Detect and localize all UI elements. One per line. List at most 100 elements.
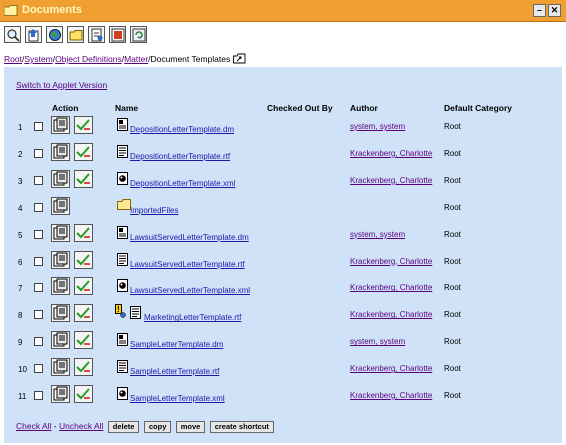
properties-button[interactable] bbox=[51, 223, 70, 243]
breadcrumb-matter[interactable]: Matter bbox=[124, 54, 148, 64]
check-out-icon bbox=[75, 253, 92, 270]
new-folder-icon bbox=[69, 30, 83, 41]
document-name-link[interactable]: MarketingLetterTemplate.rtf bbox=[144, 313, 241, 322]
properties-button[interactable] bbox=[51, 196, 70, 215]
row-checkbox[interactable] bbox=[34, 122, 43, 131]
warning-icon: ! bbox=[115, 304, 126, 320]
rtf-file-icon bbox=[117, 360, 128, 375]
row-checkbox[interactable] bbox=[34, 283, 43, 293]
shortcut-folder-icon bbox=[232, 53, 246, 64]
author-link[interactable]: Krackenberg, Charlotte bbox=[350, 283, 432, 292]
default-category: Root bbox=[444, 364, 461, 374]
properties-icon bbox=[52, 225, 69, 243]
properties-button[interactable] bbox=[51, 358, 70, 377]
check-out-button[interactable] bbox=[74, 169, 93, 188]
author-link[interactable]: system, system bbox=[350, 122, 405, 131]
check-out-button[interactable] bbox=[74, 277, 93, 296]
properties-button[interactable] bbox=[51, 385, 70, 403]
check-all-link[interactable]: Check All bbox=[16, 421, 51, 431]
check-out-icon bbox=[75, 307, 92, 323]
properties-icon bbox=[52, 278, 69, 296]
xml-file-icon bbox=[117, 279, 128, 294]
table-row: 6 LawsuitServedLetterTemplate.rtf Krackenb… bbox=[4, 248, 562, 275]
delete-button[interactable]: delete bbox=[107, 421, 140, 433]
column-header-checked-out-by: Checked Out By bbox=[267, 103, 333, 113]
table-row: 9 SampleLetterTemplate.dm system, system Ro… bbox=[4, 328, 562, 355]
check-out-icon bbox=[75, 146, 92, 162]
copy-button[interactable]: copy bbox=[143, 421, 172, 433]
check-out-button[interactable] bbox=[74, 358, 93, 377]
row-checkbox[interactable] bbox=[34, 175, 43, 185]
document-name-link[interactable]: DepositionLetterTemplate.xml bbox=[130, 179, 235, 188]
row-checkbox[interactable] bbox=[34, 202, 43, 212]
web-button[interactable] bbox=[46, 26, 63, 43]
row-checkbox[interactable] bbox=[34, 364, 43, 374]
author-link[interactable]: Krackenberg, Charlotte bbox=[350, 149, 432, 158]
document-name-link[interactable]: SampleLetterTemplate.dm bbox=[130, 340, 223, 349]
properties-button[interactable] bbox=[51, 142, 70, 161]
row-checkbox[interactable] bbox=[34, 391, 43, 400]
author-link[interactable]: Krackenberg, Charlotte bbox=[350, 391, 432, 400]
author-link[interactable]: Krackenberg, Charlotte bbox=[350, 310, 432, 319]
report-button[interactable] bbox=[109, 26, 126, 43]
document-name-link[interactable]: LawsuitServedLetterTemplate.xml bbox=[130, 286, 250, 295]
properties-icon bbox=[52, 332, 69, 350]
check-out-icon bbox=[75, 334, 92, 350]
breadcrumb-object-definitions[interactable]: Object Definitions bbox=[55, 54, 122, 64]
row-checkbox[interactable] bbox=[34, 229, 43, 239]
properties-button[interactable] bbox=[51, 250, 70, 269]
document-name-link[interactable]: SampleLetterTemplate.xml bbox=[130, 394, 225, 403]
row-checkbox[interactable] bbox=[34, 310, 43, 320]
check-out-button[interactable] bbox=[74, 223, 93, 242]
author-link[interactable]: system, system bbox=[350, 337, 405, 346]
globe-icon bbox=[49, 29, 61, 41]
switch-to-applet-link[interactable]: Switch to Applet Version bbox=[16, 80, 107, 90]
properties-icon bbox=[52, 386, 69, 404]
new-document-button[interactable] bbox=[88, 26, 105, 43]
move-button[interactable]: move bbox=[175, 421, 206, 433]
properties-button[interactable] bbox=[51, 277, 70, 296]
rtf-file-icon bbox=[130, 306, 141, 321]
row-number: 8 bbox=[18, 311, 23, 321]
refresh-button[interactable] bbox=[130, 26, 147, 43]
window-title: Documents bbox=[22, 4, 82, 16]
document-name-link[interactable]: SampleLetterTemplate.rtf bbox=[130, 367, 219, 376]
search-button[interactable] bbox=[4, 26, 21, 43]
author-link[interactable]: Krackenberg, Charlotte bbox=[350, 257, 432, 266]
properties-button[interactable] bbox=[51, 116, 70, 134]
row-checkbox[interactable] bbox=[34, 256, 43, 266]
author-link[interactable]: Krackenberg, Charlotte bbox=[350, 176, 432, 185]
breadcrumb: Root/System/Object Definitions/Matter/Do… bbox=[4, 53, 246, 64]
check-out-button[interactable] bbox=[74, 385, 93, 403]
close-button[interactable]: ✕ bbox=[548, 4, 561, 17]
document-name-link[interactable]: DepositionLetterTemplate.rtf bbox=[130, 152, 230, 161]
table-row: 7 LawsuitServedLetterTemplate.xml Krackenb… bbox=[4, 274, 562, 301]
check-out-button[interactable] bbox=[74, 142, 93, 162]
check-out-button[interactable] bbox=[74, 304, 93, 323]
breadcrumb-system[interactable]: System bbox=[24, 54, 52, 64]
properties-icon bbox=[52, 171, 69, 189]
document-name-link[interactable]: ImportedFiles bbox=[130, 206, 178, 215]
row-checkbox[interactable] bbox=[34, 148, 43, 158]
upload-button[interactable] bbox=[25, 26, 42, 43]
author-link[interactable]: Krackenberg, Charlotte bbox=[350, 364, 432, 373]
check-out-button[interactable] bbox=[74, 250, 93, 270]
row-checkbox[interactable] bbox=[34, 337, 43, 347]
document-name-link[interactable]: LawsuitServedLetterTemplate.rtf bbox=[130, 260, 245, 269]
minimize-button[interactable]: – bbox=[533, 4, 546, 17]
properties-button[interactable] bbox=[51, 169, 70, 189]
check-out-button[interactable] bbox=[74, 331, 93, 350]
author-link[interactable]: system, system bbox=[350, 230, 405, 239]
new-folder-button[interactable] bbox=[67, 26, 84, 43]
uncheck-all-link[interactable]: Uncheck All bbox=[59, 421, 103, 431]
properties-button[interactable] bbox=[51, 304, 70, 323]
breadcrumb-root[interactable]: Root bbox=[4, 54, 22, 64]
document-name-link[interactable]: LawsuitServedLetterTemplate.dm bbox=[130, 233, 249, 242]
create-shortcut-button[interactable]: create shortcut bbox=[209, 421, 274, 433]
xml-file-icon bbox=[117, 387, 128, 402]
document-name-link[interactable]: DepositionLetterTemplate.dm bbox=[130, 125, 234, 134]
check-out-button[interactable] bbox=[74, 116, 93, 134]
check-out-icon bbox=[75, 388, 92, 404]
properties-button[interactable] bbox=[51, 331, 70, 350]
row-number: 2 bbox=[18, 149, 23, 159]
